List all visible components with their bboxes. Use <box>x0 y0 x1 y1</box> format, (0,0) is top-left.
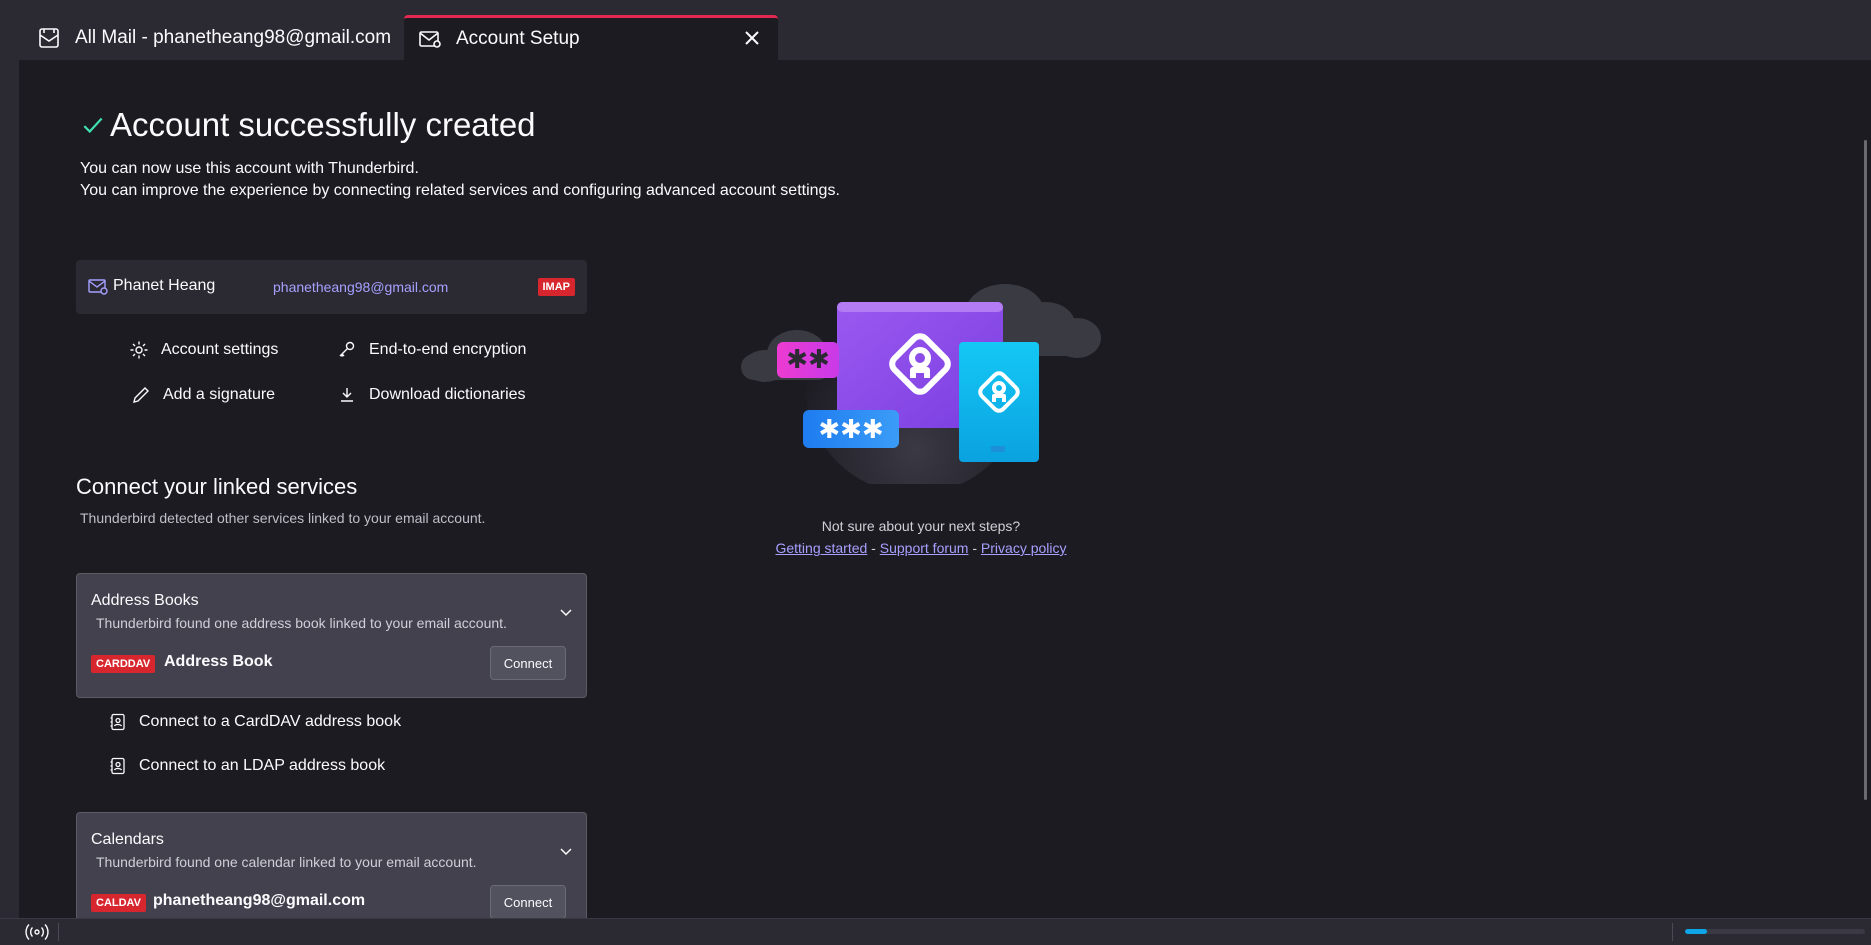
download-dictionaries-label: Download dictionaries <box>369 386 526 403</box>
progress-bar <box>1685 929 1865 934</box>
account-email: phanetheang98@gmail.com <box>273 279 449 295</box>
connect-ldap-link[interactable]: Connect to an LDAP address book <box>109 757 385 775</box>
help-links: Getting started - Support forum - Privac… <box>706 540 1136 556</box>
gear-icon <box>129 340 149 360</box>
page-title: Account successfully created <box>80 106 536 144</box>
connect-address-book-button[interactable]: Connect <box>490 646 566 680</box>
encryption-button[interactable]: End-to-end encryption <box>337 340 526 360</box>
close-icon[interactable] <box>740 26 764 50</box>
download-dictionaries-button[interactable]: Download dictionaries <box>337 385 526 405</box>
calendars-title: Calendars <box>91 831 164 848</box>
calendar-name: phanetheang98@gmail.com <box>153 892 366 909</box>
scrollbar[interactable] <box>1864 140 1867 800</box>
address-book-icon <box>109 757 127 775</box>
address-book-icon <box>109 713 127 731</box>
tab-account-setup-label: Account Setup <box>456 28 580 49</box>
connect-carddav-label: Connect to a CardDAV address book <box>139 713 402 730</box>
connect-calendar-button[interactable]: Connect <box>490 885 566 919</box>
tab-bar: All Mail - phanetheang98@gmail.com Accou… <box>19 7 1871 60</box>
tab-all-mail[interactable]: All Mail - phanetheang98@gmail.com <box>19 15 399 60</box>
intro-line-2: You can improve the experience by connec… <box>80 182 840 199</box>
svg-text:✱✱: ✱✱ <box>786 345 830 375</box>
status-divider <box>58 923 59 941</box>
left-edge <box>0 0 19 944</box>
chevron-down-icon[interactable] <box>558 604 574 620</box>
page-title-text: Account successfully created <box>110 106 536 143</box>
key-icon <box>337 340 357 360</box>
progress-fill <box>1685 929 1707 934</box>
status-divider <box>1672 923 1673 941</box>
window-top-edge <box>0 0 1871 7</box>
protocol-badge: IMAP <box>537 278 575 296</box>
address-books-description: Thunderbird found one address book linke… <box>96 615 507 631</box>
calendars-description: Thunderbird found one calendar linked to… <box>96 854 477 870</box>
address-book-name: Address Book <box>164 653 273 670</box>
address-books-title: Address Books <box>91 592 199 609</box>
tab-all-mail-label: All Mail - phanetheang98@gmail.com <box>75 26 392 48</box>
link-separator: - <box>968 540 981 556</box>
account-settings-label: Account settings <box>161 341 279 358</box>
getting-started-link[interactable]: Getting started <box>775 540 867 556</box>
caldav-badge: CALDAV <box>91 894 147 912</box>
account-summary: Phanet Heang phanetheang98@gmail.com IMA… <box>76 260 587 314</box>
linked-services-heading: Connect your linked services <box>76 474 358 499</box>
account-settings-button[interactable]: Account settings <box>129 340 278 360</box>
add-signature-label: Add a signature <box>163 386 276 403</box>
security-illustration: ✱✱ ✱✱✱ <box>741 274 1101 484</box>
privacy-policy-link[interactable]: Privacy policy <box>981 540 1067 556</box>
status-bar <box>0 918 1871 945</box>
connect-ldap-label: Connect to an LDAP address book <box>139 757 386 774</box>
support-forum-link[interactable]: Support forum <box>880 540 969 556</box>
pencil-icon <box>131 385 151 405</box>
account-mail-icon <box>88 279 108 295</box>
linked-services-description: Thunderbird detected other services link… <box>80 510 486 526</box>
calendars-card: Calendars Thunderbird found one calendar… <box>76 812 587 919</box>
carddav-badge: CARDDAV <box>91 655 156 673</box>
connect-carddav-link[interactable]: Connect to a CardDAV address book <box>109 713 401 731</box>
svg-text:✱✱✱: ✱✱✱ <box>818 415 883 445</box>
add-signature-button[interactable]: Add a signature <box>131 385 275 405</box>
checkmark-icon <box>83 117 103 134</box>
account-name: Phanet Heang <box>113 277 216 294</box>
download-icon <box>337 385 357 405</box>
mail-icon <box>37 26 61 50</box>
account-setup-page: Account successfully created You can now… <box>19 60 1871 919</box>
chevron-down-icon[interactable] <box>558 843 574 859</box>
address-books-card: Address Books Thunderbird found one addr… <box>76 573 587 698</box>
tab-account-setup[interactable]: Account Setup <box>404 15 778 60</box>
online-status-icon[interactable] <box>25 923 49 941</box>
intro-line-1: You can now use this account with Thunde… <box>80 160 419 177</box>
encryption-label: End-to-end encryption <box>369 341 527 358</box>
mail-setup-icon <box>418 27 442 51</box>
link-separator: - <box>867 540 880 556</box>
next-steps-question: Not sure about your next steps? <box>821 518 1021 534</box>
